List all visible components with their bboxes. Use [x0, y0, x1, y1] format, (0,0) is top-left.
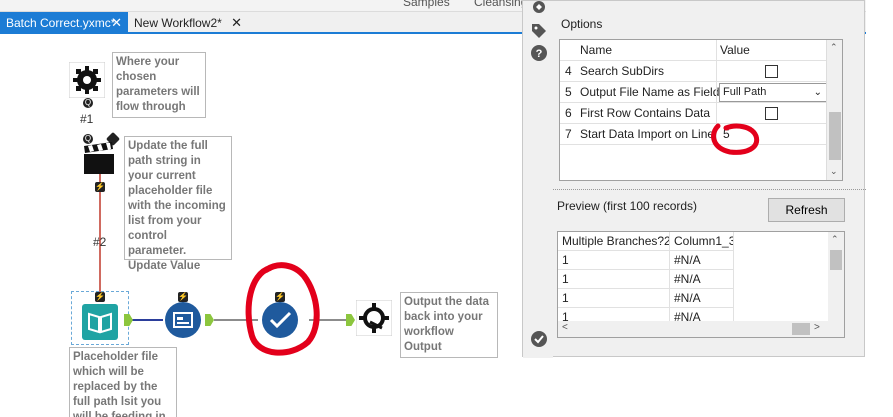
update-value-tool[interactable] [262, 302, 298, 338]
ribbon-tab-cleansing[interactable]: Cleansing [474, 0, 527, 9]
book-icon [82, 304, 118, 340]
input-data-tool-selection[interactable] [71, 291, 129, 345]
tab-close-icon[interactable]: ✕ [111, 12, 122, 34]
panel-side-toolbar: ? [523, 1, 553, 358]
row-name: Search SubDirs [580, 64, 665, 78]
column-header-name: Name [580, 43, 613, 57]
configuration-panel: ? Options Name Value 4 Search SubDirs 5 … [522, 0, 866, 358]
scroll-down-icon[interactable]: ⌄ [830, 166, 838, 177]
check-circle-icon [262, 302, 298, 338]
control-parameter-tool[interactable] [68, 61, 106, 99]
lightning-anchor-icon[interactable]: ⚡ [178, 292, 188, 302]
preview-column-header[interactable]: Column1_3 [670, 232, 734, 251]
preview-cell: 1 [558, 251, 670, 270]
row-number: 7 [565, 127, 572, 141]
column-header-value: Value [720, 43, 750, 57]
tag-icon[interactable] [531, 23, 547, 39]
grid-header-row: Name Value [560, 40, 828, 61]
ribbon-tab-samples[interactable]: Samples [403, 0, 450, 9]
preview-cell: #N/A [670, 270, 734, 289]
scroll-left-icon[interactable]: < [562, 322, 568, 333]
note-control-parameter: Where your chosen parameters will flow t… [112, 52, 206, 118]
search-subdirs-checkbox[interactable] [765, 65, 778, 78]
preview-vertical-scrollbar[interactable]: ⌃ [828, 232, 844, 337]
row-number: 4 [565, 64, 572, 78]
tab-close-icon[interactable]: ✕ [231, 12, 242, 34]
gear-icon [68, 61, 106, 99]
tab-new-workflow2[interactable]: New Workflow2* ✕ [128, 12, 248, 34]
note-input: Placeholder file which will be replaced … [69, 347, 177, 417]
tool-config-icon[interactable] [531, 1, 547, 17]
scrollbar-thumb[interactable] [829, 112, 841, 160]
macro-output-tool[interactable] [355, 299, 393, 337]
options-grid-scrollbar[interactable]: ⌃ ⌄ [826, 40, 842, 180]
macro-output-icon [355, 299, 393, 337]
scroll-up-icon[interactable]: ⌃ [831, 234, 839, 245]
help-icon[interactable]: ? [531, 45, 547, 61]
grid-row-first-row-contains-data[interactable]: 6 First Row Contains Data [560, 103, 828, 124]
lightning-anchor-icon[interactable]: ⚡ [275, 292, 285, 302]
tab-label: New Workflow2* [134, 16, 222, 30]
q-anchor-icon[interactable]: Q [83, 98, 93, 108]
row-number: 5 [565, 85, 572, 99]
preview-cell: 1 [558, 289, 670, 308]
scroll-up-icon[interactable]: ⌃ [830, 42, 838, 53]
preview-cell: 1 [558, 270, 670, 289]
scrollbar-thumb[interactable] [830, 250, 842, 270]
grid-row-output-file-name[interactable]: 5 Output File Name as Field Full Path ⌄ [560, 82, 828, 103]
right-gutter [866, 0, 893, 417]
lightning-anchor-icon[interactable]: ⚡ [95, 182, 105, 192]
panel-divider[interactable] [553, 189, 866, 191]
preview-column-header[interactable]: Multiple Branches?2 [558, 232, 670, 251]
connection-label-2: #2 [93, 235, 107, 249]
preview-label: Preview (first 100 records) [557, 199, 698, 213]
row-number: 6 [565, 106, 572, 120]
clapperboard-icon [84, 142, 114, 174]
workflow-canvas[interactable]: Q #1 Q Where your chosen parameters will… [0, 36, 520, 417]
preview-cell: #N/A [670, 289, 734, 308]
options-grid: Name Value 4 Search SubDirs 5 Output Fil… [559, 39, 843, 181]
select-value: Full Path [723, 86, 767, 98]
preview-cell: #N/A [670, 251, 734, 270]
row-value-cell [716, 61, 828, 82]
row-name: Start Data Import on Line [580, 127, 715, 141]
row-value-cell: Full Path ⌄ [716, 82, 828, 103]
action-tool[interactable] [82, 140, 118, 176]
annotation-circle-value [711, 123, 760, 155]
preview-grid: Multiple Branches?2 Column1_3 1 #N/A 1 #… [557, 231, 845, 338]
first-row-contains-data-checkbox[interactable] [765, 107, 778, 120]
scroll-right-icon[interactable]: > [814, 322, 820, 333]
options-title: Options [561, 17, 603, 31]
grid-row-search-subdirs[interactable]: 4 Search SubDirs [560, 61, 828, 82]
note-action: Update the full path string in your curr… [124, 136, 232, 272]
dynamic-input-tool[interactable] [165, 302, 201, 338]
grid-row-start-data-import[interactable]: 7 Start Data Import on Line 5 [560, 124, 828, 145]
output-file-name-select[interactable]: Full Path ⌄ [719, 83, 827, 102]
chevron-down-icon: ⌄ [813, 87, 822, 98]
check-icon[interactable] [531, 331, 547, 347]
row-name: First Row Contains Data [580, 106, 711, 120]
note-output: Output the data back into your workflow … [400, 292, 498, 358]
row-name: Output File Name as Field [580, 85, 720, 99]
scrollbar-thumb[interactable] [792, 323, 810, 335]
refresh-button[interactable]: Refresh [768, 198, 845, 222]
connection-label-1: #1 [80, 112, 94, 126]
svg-text:?: ? [536, 48, 543, 60]
tab-batch-correct[interactable]: Batch Correct.yxmc* ✕ [0, 12, 128, 34]
dynamic-input-icon [165, 302, 201, 338]
tab-label: Batch Correct.yxmc* [6, 16, 116, 30]
preview-horizontal-scrollbar[interactable]: < > [558, 321, 828, 337]
